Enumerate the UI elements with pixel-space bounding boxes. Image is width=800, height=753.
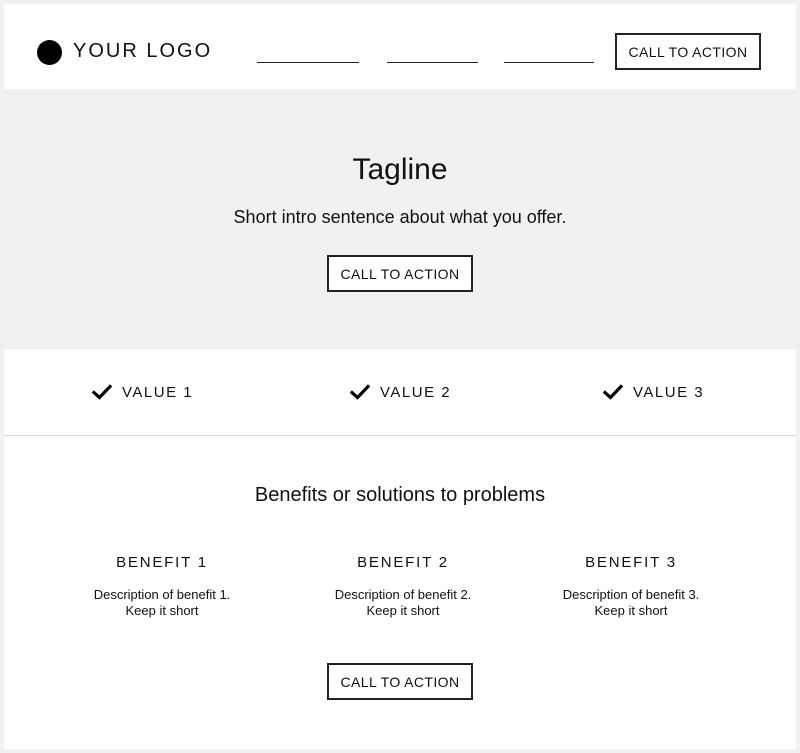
value-label: VALUE 3	[633, 383, 705, 401]
hero-tagline: Tagline	[352, 153, 448, 186]
value-item-2: VALUE 2	[350, 382, 451, 402]
hero-section: Tagline Short intro sentence about what …	[4, 89, 796, 349]
hero-intro: Short intro sentence about what you offe…	[233, 207, 567, 227]
benefit-desc-line: Description of benefit 1.	[93, 587, 231, 602]
logo-text[interactable]: YOUR LOGO	[73, 39, 212, 63]
values-section: VALUE 1 VALUE 2 VALUE 3	[4, 349, 796, 436]
benefit-card-2: BENEFIT 2 Description of benefit 2. Keep…	[303, 553, 503, 619]
benefits-section: Benefits or solutions to problems BENEFI…	[4, 436, 796, 749]
benefit-title: BENEFIT 3	[585, 554, 677, 571]
nav-link-2[interactable]	[387, 62, 478, 63]
value-label: VALUE 1	[122, 383, 194, 401]
benefit-desc-line: Keep it short	[125, 603, 199, 618]
benefit-desc-line: Keep it short	[594, 603, 668, 618]
benefit-title: BENEFIT 2	[357, 554, 449, 571]
header-cta-button[interactable]: CALL TO ACTION	[615, 33, 761, 70]
nav-link-1[interactable]	[257, 62, 359, 63]
logo-dot-icon[interactable]	[37, 40, 62, 65]
check-icon	[92, 384, 112, 400]
nav-link-3[interactable]	[504, 62, 594, 63]
value-item-3: VALUE 3	[603, 382, 704, 402]
benefits-title: Benefits or solutions to problems	[254, 484, 546, 506]
benefit-desc-line: Description of benefit 2.	[334, 587, 472, 602]
benefit-description: Description of benefit 1. Keep it short	[62, 587, 262, 619]
value-item-1: VALUE 1	[92, 382, 193, 402]
value-label: VALUE 2	[380, 383, 452, 401]
benefit-card-1: BENEFIT 1 Description of benefit 1. Keep…	[62, 553, 262, 619]
benefit-card-3: BENEFIT 3 Description of benefit 3. Keep…	[531, 553, 731, 619]
benefit-description: Description of benefit 3. Keep it short	[531, 587, 731, 619]
benefit-desc-line: Keep it short	[366, 603, 440, 618]
site-header: YOUR LOGO CALL TO ACTION	[4, 4, 796, 89]
page-frame: YOUR LOGO CALL TO ACTION Tagline Short i…	[4, 4, 796, 749]
benefit-desc-line: Description of benefit 3.	[562, 587, 700, 602]
hero-cta-button[interactable]: CALL TO ACTION	[327, 255, 473, 292]
check-icon	[350, 384, 370, 400]
check-icon	[603, 384, 623, 400]
benefit-title: BENEFIT 1	[116, 554, 208, 571]
benefit-description: Description of benefit 2. Keep it short	[303, 587, 503, 619]
benefits-cta-button[interactable]: CALL TO ACTION	[327, 663, 473, 700]
